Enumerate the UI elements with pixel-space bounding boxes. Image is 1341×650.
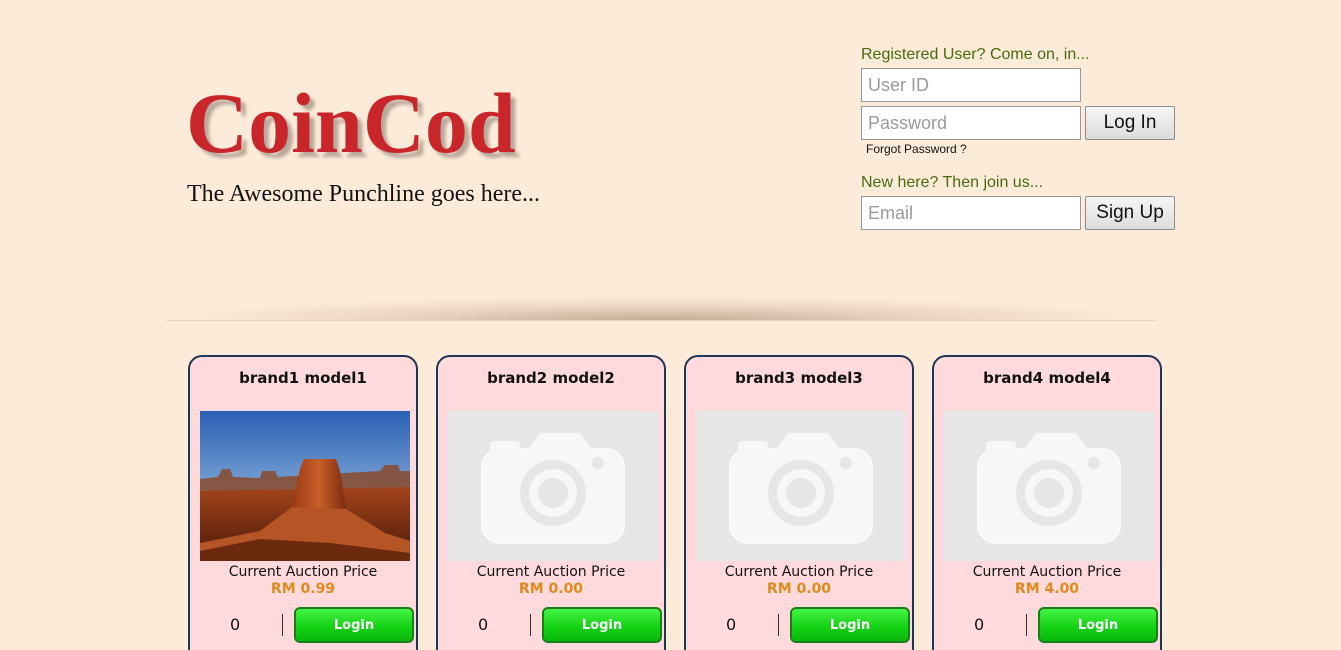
- header-divider: [166, 296, 1156, 321]
- product-title[interactable]: brand2 model2: [438, 369, 664, 387]
- current-price: RM 0.00: [518, 581, 584, 597]
- card-login-button[interactable]: Login: [294, 607, 414, 643]
- product-title[interactable]: brand1 model1: [190, 369, 416, 387]
- price-label: Current Auction Price: [972, 564, 1122, 580]
- desert-mesa-photo[interactable]: [200, 411, 410, 561]
- bid-count: 0: [726, 615, 737, 634]
- card-login-button[interactable]: Login: [542, 607, 662, 643]
- bid-count: 0: [974, 615, 985, 634]
- desert-mesa-image: [200, 411, 410, 561]
- camera-placeholder-image[interactable]: [944, 411, 1154, 561]
- password-input[interactable]: [861, 106, 1081, 140]
- camera-icon: [977, 433, 1121, 544]
- price-label: Current Auction Price: [228, 564, 378, 580]
- separator: [778, 614, 779, 636]
- product-card: brand4 model4 Current Auction Price RM 4…: [932, 355, 1162, 650]
- log-in-button[interactable]: Log In: [1085, 106, 1175, 140]
- bid-count: 0: [230, 615, 241, 634]
- card-login-button[interactable]: Login: [1038, 607, 1158, 643]
- email-input[interactable]: [861, 196, 1081, 230]
- price-label: Current Auction Price: [476, 564, 626, 580]
- separator: [530, 614, 531, 636]
- product-title[interactable]: brand4 model4: [934, 369, 1160, 387]
- registered-user-prompt: Registered User? Come on, in...: [861, 46, 1090, 63]
- current-price: RM 0.00: [766, 581, 832, 597]
- price-label: Current Auction Price: [724, 564, 874, 580]
- product-card: brand2 model2 Current Auction Price RM 0…: [436, 355, 666, 650]
- camera-icon: [481, 433, 625, 544]
- product-title[interactable]: brand3 model3: [686, 369, 912, 387]
- site-tagline: The Awesome Punchline goes here...: [187, 181, 541, 207]
- sign-up-button[interactable]: Sign Up: [1085, 196, 1175, 230]
- bid-count: 0: [478, 615, 489, 634]
- card-login-button[interactable]: Login: [790, 607, 910, 643]
- current-price: RM 4.00: [1014, 581, 1080, 597]
- separator: [282, 614, 283, 636]
- camera-placeholder-image[interactable]: [448, 411, 658, 561]
- user-id-input[interactable]: [861, 68, 1081, 102]
- product-card: brand3 model3 Current Auction Price RM 0…: [684, 355, 914, 650]
- camera-placeholder-image[interactable]: [696, 411, 906, 561]
- page: CoinCod The Awesome Punchline goes here.…: [0, 0, 1341, 650]
- forgot-password-link[interactable]: Forgot Password ?: [866, 142, 967, 156]
- current-price: RM 0.99: [270, 581, 336, 597]
- separator: [1026, 614, 1027, 636]
- site-logo[interactable]: CoinCod: [186, 80, 516, 166]
- new-user-prompt: New here? Then join us...: [861, 174, 1044, 191]
- camera-icon: [729, 433, 873, 544]
- product-card: brand1 model1 Current Auction Price RM 0…: [188, 355, 418, 650]
